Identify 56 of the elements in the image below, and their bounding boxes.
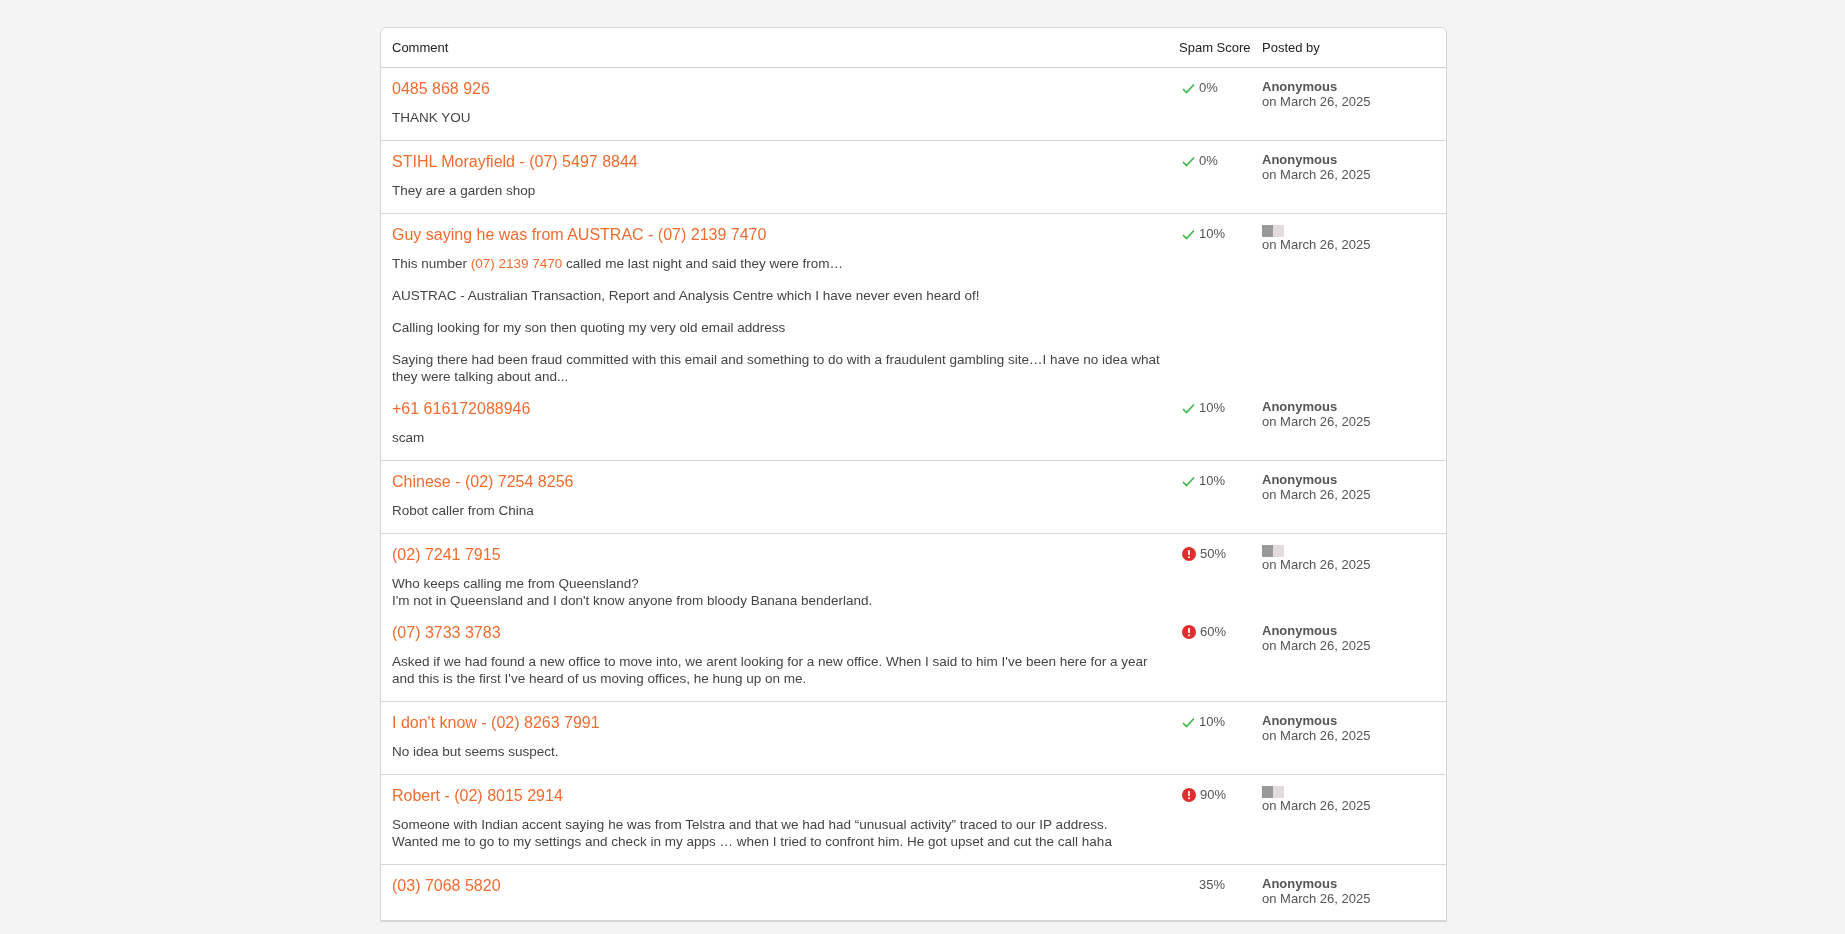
redacted-name: [1262, 545, 1284, 557]
column-header: Comment: [391, 38, 450, 57]
spam-score: 0%: [1199, 79, 1218, 98]
poster-name: Anonymous: [1262, 623, 1339, 638]
post-date: on March 26, 2025: [1262, 798, 1372, 813]
column-header: Posted by: [1262, 38, 1320, 57]
post-date: on March 26, 2025: [1262, 638, 1372, 653]
comment-text: Calling looking for my son then quoting my very old email address: [392, 319, 787, 336]
comment-text: Who keeps calling me from Queensland? I'm not in Queensland and I don't know anyone from bloody Banana benderland.: [392, 575, 874, 609]
comment-text: Saying there had been fraud committed with this email and something to do with a fraudulent gambling site…I have no idea what they were talking about and...: [392, 351, 1161, 385]
comment-text: This number (07) 2139 7470 called me last night and said they were from…: [392, 255, 844, 272]
redacted-name: [1262, 225, 1284, 237]
comment-title-link[interactable]: (02) 7241 7915: [392, 544, 501, 566]
comment-title-link[interactable]: 0485 868 926: [392, 78, 490, 100]
comment-text: Someone with Indian accent saying he was from Telstra and that we had had “unusual activity” traced to our IP address. Wanted me to go to my settings and check in my apps … when I tried to confront him. He got upset and cut the call haha: [392, 816, 1113, 850]
post-date: on March 26, 2025: [1262, 167, 1372, 182]
spam-score: 35%: [1199, 876, 1226, 895]
comment-title-link[interactable]: +61 616172088946: [392, 398, 531, 420]
comment-text: THANK YOU: [392, 109, 472, 126]
post-date: on March 26, 2025: [1262, 728, 1372, 743]
post-date: on March 26, 2025: [1262, 891, 1372, 906]
column-header: Spam Score: [1178, 38, 1252, 57]
comment-title-link[interactable]: (03) 7068 5820: [392, 875, 501, 897]
comment-text: They are a garden shop: [392, 182, 537, 199]
comment-title-link[interactable]: (07) 3733 3783: [392, 622, 501, 644]
poster-name: Anonymous: [1262, 472, 1339, 487]
comment-title-link[interactable]: STIHL Morayfield - (07) 5497 8844: [392, 151, 638, 173]
comment-text: Robot caller from China: [392, 502, 535, 519]
poster-name: Anonymous: [1262, 79, 1339, 94]
spam-score: 0%: [1199, 152, 1218, 171]
spam-score: 10%: [1199, 472, 1226, 491]
poster-name: Anonymous: [1262, 399, 1339, 414]
comment-text: AUSTRAC - Australian Transaction, Report and Analysis Centre which I have never even heard of!: [392, 287, 981, 304]
poster-name: Anonymous: [1262, 152, 1339, 167]
comment-text: No idea but seems suspect.: [392, 743, 560, 760]
poster-name: Anonymous: [1262, 713, 1339, 728]
spam-score: 50%: [1200, 545, 1227, 564]
phone-link[interactable]: (07) 2139 7470: [470, 256, 563, 271]
comment-text: scam: [392, 429, 426, 446]
post-date: on March 26, 2025: [1262, 557, 1372, 572]
poster-name: Anonymous: [1262, 876, 1339, 891]
post-date: on March 26, 2025: [1262, 94, 1372, 109]
spam-score: 10%: [1199, 713, 1226, 732]
spam-score: 60%: [1200, 623, 1227, 642]
spam-score: 10%: [1199, 225, 1226, 244]
redacted-name: [1262, 786, 1284, 798]
comment-title-link[interactable]: Robert - (02) 8015 2914: [392, 785, 563, 807]
comment-title-link[interactable]: I don't know - (02) 8263 7991: [392, 712, 600, 734]
comment-title-link[interactable]: Chinese - (02) 7254 8256: [392, 471, 574, 493]
comment-title-link[interactable]: Guy saying he was from AUSTRAC - (07) 2139 7470: [392, 224, 767, 246]
spam-score: 90%: [1200, 786, 1227, 805]
post-date: on March 26, 2025: [1262, 237, 1372, 252]
post-date: on March 26, 2025: [1262, 414, 1372, 429]
spam-score: 10%: [1199, 399, 1226, 418]
post-date: on March 26, 2025: [1262, 487, 1372, 502]
comment-text: Asked if we had found a new office to move into, we arent looking for a new office. When I said to him I've been here for a year and this is the first I've heard of us moving offices, he hung up on me.: [392, 653, 1149, 687]
